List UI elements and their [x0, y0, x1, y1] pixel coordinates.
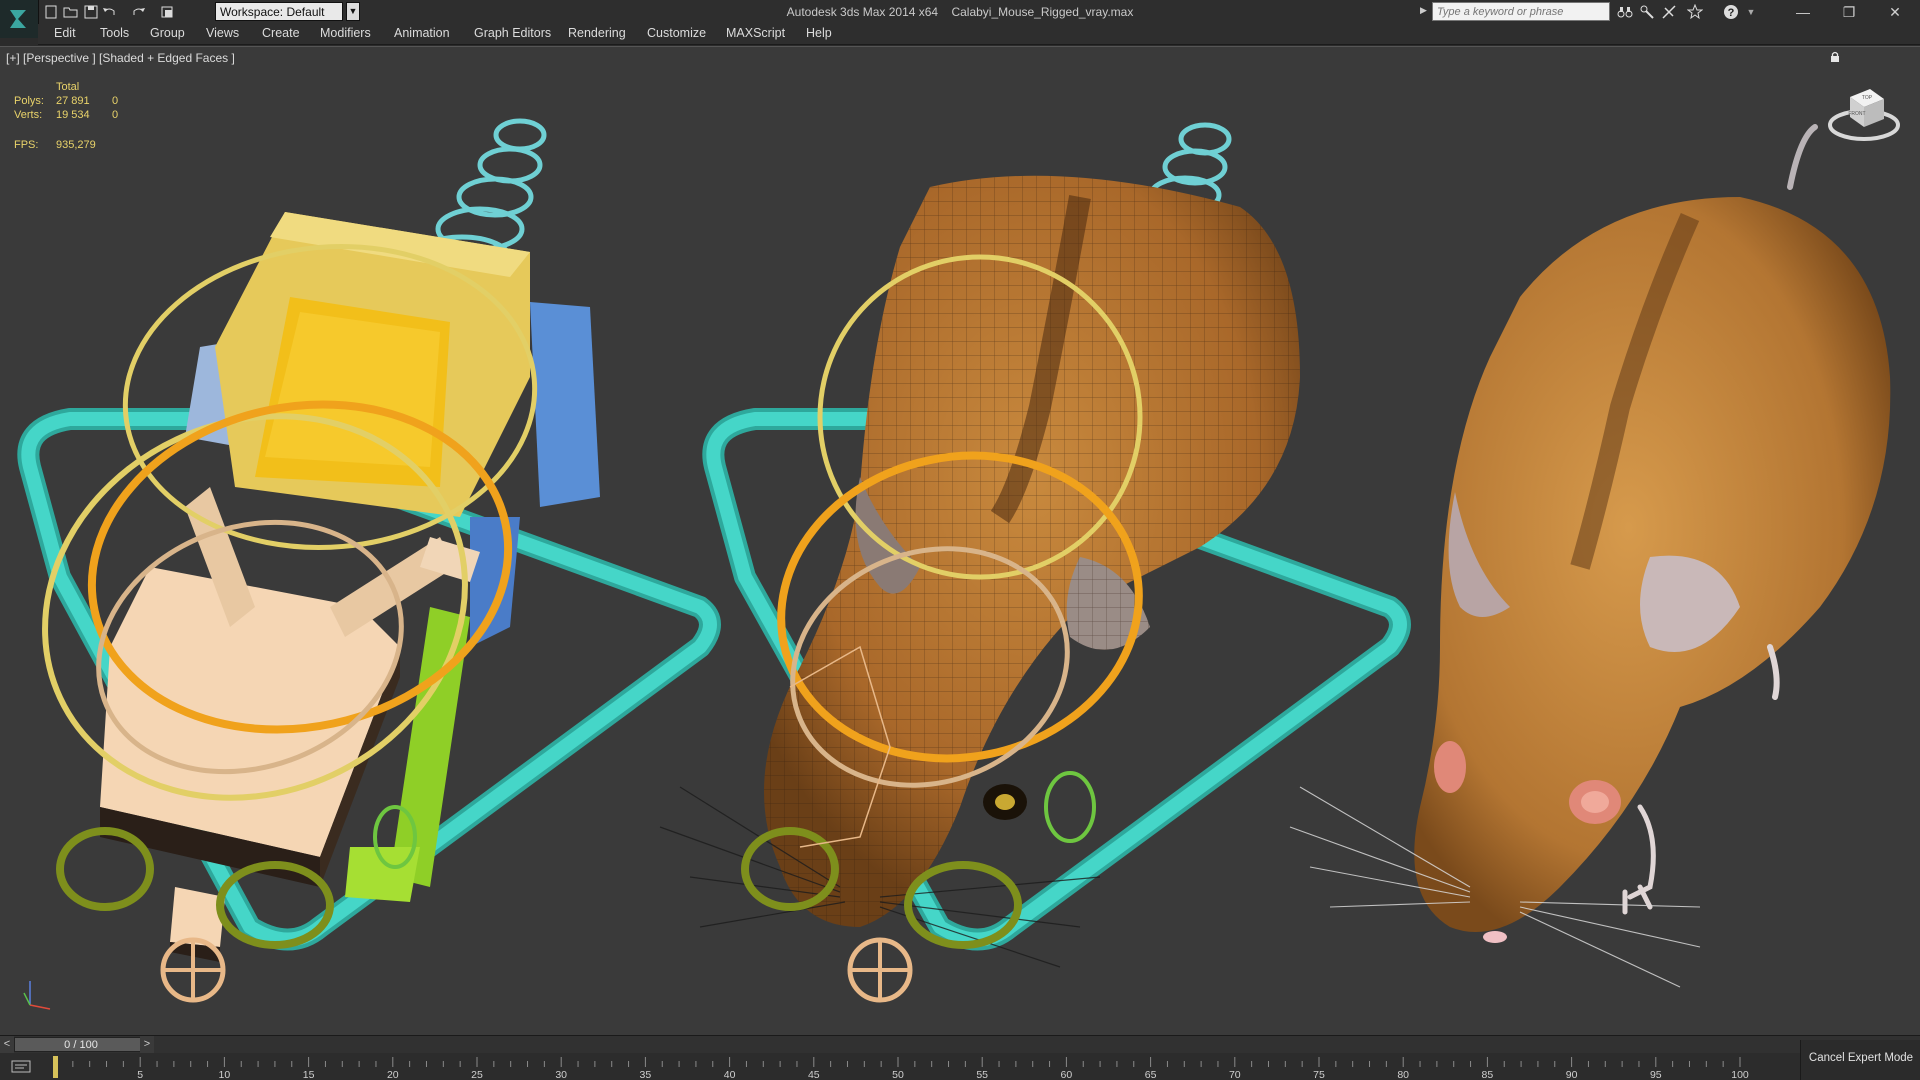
subscription-key-icon[interactable] [1638, 3, 1656, 21]
time-slider-handle[interactable]: 0 / 100 [14, 1037, 148, 1052]
polys-label: Polys: [14, 95, 44, 107]
close-icon[interactable]: ✕ [1872, 0, 1918, 24]
file-name: Calabyi_Mouse_Rigged_vray.max [951, 5, 1134, 19]
app-logo-icon[interactable] [0, 0, 39, 38]
track-bar-ruler[interactable]: 5 10 15 20 25 30 35 40 45 50 55 60 65 70 75 80 85 90 95 100 [50, 1053, 1750, 1080]
verts-label: Verts: [14, 109, 43, 121]
new-file-icon[interactable] [42, 3, 60, 21]
workspace-dropdown[interactable]: Workspace: Default [215, 2, 343, 21]
viewcube-icon[interactable]: TOP FRONT [1824, 77, 1904, 147]
menu-tools[interactable]: Tools [100, 26, 129, 40]
ruler-label: 35 [640, 1069, 652, 1080]
time-slider[interactable]: < 0 / 100 > [0, 1035, 1920, 1053]
favorites-star-icon[interactable] [1686, 3, 1704, 21]
mouse-rendered[interactable] [1289, 124, 1891, 988]
undo-icon[interactable] [100, 3, 118, 21]
ruler-label: 60 [1061, 1069, 1073, 1080]
search-expand-icon[interactable]: ▶ [1420, 5, 1430, 19]
cancel-expert-mode-button[interactable]: Cancel Expert Mode [1800, 1040, 1920, 1080]
perspective-viewport[interactable]: [+] [Perspective ] [Shaded + Edged Faces… [0, 46, 1920, 1035]
lock-icon[interactable] [1830, 51, 1840, 66]
redo-icon[interactable] [130, 3, 148, 21]
menu-create[interactable]: Create [262, 26, 300, 40]
ruler-label: 80 [1397, 1069, 1409, 1080]
menu-modifiers[interactable]: Modifiers [320, 26, 371, 40]
help-dropdown-icon[interactable]: ▼ [1742, 3, 1760, 21]
ruler-label: 20 [387, 1069, 399, 1080]
scene-canvas[interactable] [0, 47, 1920, 1035]
menu-animation[interactable]: Animation [394, 26, 450, 40]
project-folder-icon[interactable] [158, 3, 176, 21]
ruler-label: 70 [1229, 1069, 1241, 1080]
viewport-label[interactable]: [+] [Perspective ] [Shaded + Edged Faces… [6, 51, 235, 65]
polys-total: 27 891 [56, 95, 90, 107]
title-bar: Workspace: Default ▼ Autodesk 3ds Max 20… [0, 0, 1920, 38]
viewcube-top-label[interactable]: TOP [1862, 95, 1873, 101]
search-input[interactable] [1432, 2, 1610, 21]
infocenter-search: ▶ [1420, 2, 1612, 21]
menu-edit[interactable]: Edit [54, 26, 76, 40]
time-slider-prev-button[interactable]: < [0, 1036, 14, 1053]
workspace-dropdown-arrow[interactable]: ▼ [346, 2, 360, 21]
menu-views[interactable]: Views [206, 26, 239, 40]
save-icon[interactable] [82, 3, 100, 21]
menu-group[interactable]: Group [150, 26, 185, 40]
ruler-label: 25 [471, 1069, 483, 1080]
ruler-label: 50 [892, 1069, 904, 1080]
stats-header: Total [56, 81, 80, 93]
menu-rendering[interactable]: Rendering [568, 26, 626, 40]
ruler-label: 15 [303, 1069, 315, 1080]
app-name: Autodesk 3ds Max 2014 x64 [786, 5, 939, 19]
binoculars-icon[interactable] [1616, 3, 1634, 21]
ruler-label: 65 [1145, 1069, 1157, 1080]
fps-value: 935,279 [56, 139, 96, 151]
ruler-label: 40 [724, 1069, 736, 1080]
polys-selected: 0 [112, 95, 119, 107]
minimize-icon[interactable]: — [1780, 0, 1826, 24]
ruler-label: 45 [808, 1069, 820, 1080]
menu-graph-editors[interactable]: Graph Editors [474, 26, 551, 40]
menu-customize[interactable]: Customize [647, 26, 706, 40]
time-slider-next-button[interactable]: > [140, 1036, 154, 1053]
ruler-label: 55 [976, 1069, 988, 1080]
fps-label: FPS: [14, 139, 39, 151]
menu-help[interactable]: Help [806, 26, 832, 40]
axis-tripod-icon [23, 981, 51, 1010]
menu-bar: Edit Tools Group Views Create Modifiers … [38, 24, 1920, 45]
svg-text:?: ? [1728, 7, 1735, 19]
ruler-label: 100 [1731, 1069, 1749, 1080]
mouse-mesh-wireframe[interactable] [659, 122, 1411, 1003]
verts-selected: 0 [112, 109, 119, 121]
ruler-label: 75 [1313, 1069, 1325, 1080]
track-bar[interactable]: 5 10 15 20 25 30 35 40 45 50 55 60 65 70 75 80 85 90 95 100 [0, 1053, 1920, 1080]
rig-bones-left[interactable] [0, 118, 721, 1003]
ruler-label: 95 [1650, 1069, 1662, 1080]
verts-total: 19 534 [56, 109, 90, 121]
track-bar-menu-icon[interactable] [10, 1059, 34, 1075]
open-folder-icon[interactable] [62, 3, 80, 21]
ruler-label: 5 [137, 1069, 143, 1080]
restore-icon[interactable]: ❐ [1826, 0, 1872, 24]
viewcube-front-label[interactable]: FRONT [1848, 111, 1865, 117]
ruler-label: 90 [1566, 1069, 1578, 1080]
help-icon[interactable]: ? [1722, 3, 1740, 21]
ruler-label: 10 [219, 1069, 231, 1080]
communication-icon[interactable] [1660, 3, 1678, 21]
menu-maxscript[interactable]: MAXScript [726, 26, 785, 40]
ruler-label: 30 [555, 1069, 567, 1080]
ruler-label: 85 [1482, 1069, 1494, 1080]
